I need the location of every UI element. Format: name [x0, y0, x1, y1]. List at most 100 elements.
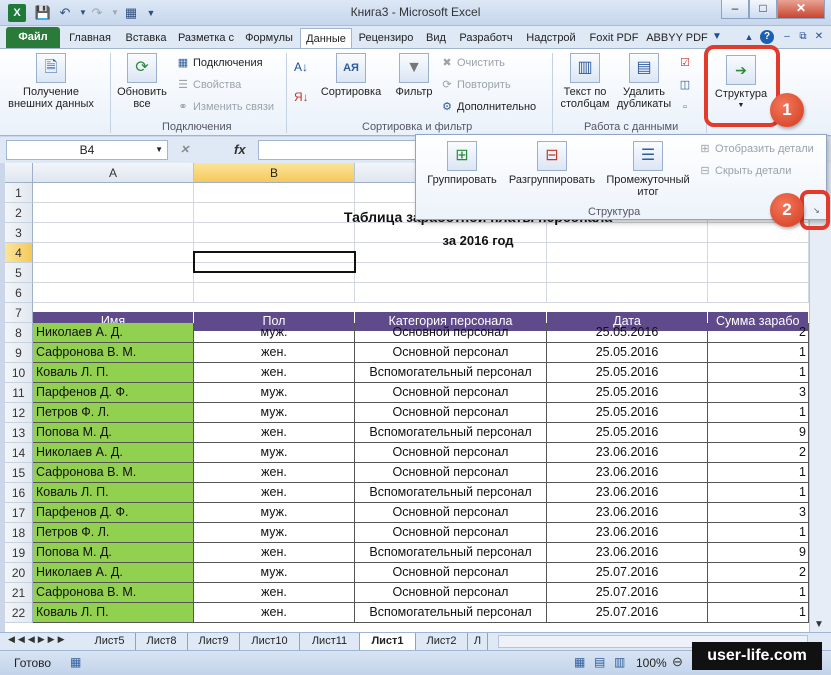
table-cell[interactable]: 1 [708, 483, 809, 503]
empty-cell[interactable] [194, 183, 355, 203]
name-box-dropdown-icon[interactable]: ▼ [155, 141, 163, 159]
table-cell[interactable]: Коваль Л. П. [33, 363, 194, 383]
table-cell[interactable]: 25.07.2016 [547, 583, 708, 603]
table-cell[interactable]: 25.05.2016 [547, 363, 708, 383]
table-cell[interactable]: Сафронова В. М. [33, 463, 194, 483]
table-cell[interactable]: Основной персонал [355, 403, 547, 423]
filter-button[interactable]: ▼ Фильтр [392, 53, 436, 98]
table-cell[interactable]: Вспомогательный персонал [355, 543, 547, 563]
workbook-close-icon[interactable]: ✕ [812, 30, 826, 44]
table-cell[interactable]: 23.06.2016 [547, 543, 708, 563]
table-cell[interactable]: Основной персонал [355, 343, 547, 363]
table-cell[interactable]: Основной персонал [355, 463, 547, 483]
table-cell[interactable]: жен. [194, 343, 355, 363]
row-header-11[interactable]: 11 [5, 383, 33, 403]
table-cell[interactable]: жен. [194, 423, 355, 443]
sheet-tab[interactable]: Лист11 [300, 633, 360, 650]
table-cell[interactable]: 1 [708, 523, 809, 543]
table-cell[interactable]: 9 [708, 543, 809, 563]
row-header-17[interactable]: 17 [5, 503, 33, 523]
workbook-restore-icon[interactable]: ⧉ [796, 30, 810, 44]
table-cell[interactable]: Сафронова В. М. [33, 343, 194, 363]
column-header-b[interactable]: B [194, 163, 355, 183]
table-cell[interactable]: 25.05.2016 [547, 423, 708, 443]
tab-home[interactable]: Главная [62, 28, 118, 48]
row-header-3[interactable]: 3 [5, 223, 33, 243]
sheet-tab[interactable]: Лист5 [84, 633, 136, 650]
row-header-12[interactable]: 12 [5, 403, 33, 423]
table-cell[interactable]: 2 [708, 443, 809, 463]
zoom-out-icon[interactable]: ⊖ [672, 654, 683, 670]
table-cell[interactable]: муж. [194, 443, 355, 463]
sort-az-button[interactable]: A↓ [294, 59, 308, 75]
connections-button[interactable]: ▦ Подключения [176, 55, 263, 71]
empty-cell[interactable] [33, 183, 194, 203]
table-cell[interactable]: 23.06.2016 [547, 523, 708, 543]
tab-addins[interactable]: Надстрой [520, 28, 582, 48]
tab-page-layout[interactable]: Разметка с [174, 28, 238, 48]
table-cell[interactable]: муж. [194, 403, 355, 423]
table-cell[interactable]: Основной персонал [355, 323, 547, 343]
name-box[interactable]: B4 ▼ [6, 140, 168, 160]
table-cell[interactable]: муж. [194, 323, 355, 343]
workbook-minimize-icon[interactable]: – [780, 30, 794, 44]
sort-button[interactable]: АЯ Сортировка [318, 53, 384, 98]
zoom-level[interactable]: 100% [636, 656, 667, 670]
row-header-9[interactable]: 9 [5, 343, 33, 363]
table-cell[interactable]: 3 [708, 383, 809, 403]
table-cell[interactable]: муж. [194, 383, 355, 403]
table-cell[interactable]: Николаев А. Д. [33, 563, 194, 583]
table-cell[interactable]: жен. [194, 463, 355, 483]
empty-cell[interactable] [194, 283, 355, 303]
empty-cell[interactable] [33, 263, 194, 283]
row-header-7[interactable]: 7 [5, 303, 33, 323]
get-external-data-button[interactable]: 🗎 Получение внешних данных [6, 53, 96, 110]
table-cell[interactable]: 1 [708, 343, 809, 363]
row-header-5[interactable]: 5 [5, 263, 33, 283]
text-to-columns-button[interactable]: ▥ Текст по столбцам [556, 53, 614, 110]
sheet-tab-active[interactable]: Лист1 [360, 633, 416, 650]
empty-cell[interactable] [547, 283, 708, 303]
empty-cell[interactable] [33, 243, 194, 263]
normal-view-icon[interactable]: ▦ [574, 655, 585, 669]
table-cell[interactable]: 23.06.2016 [547, 443, 708, 463]
formula-input[interactable] [258, 140, 418, 160]
tab-foxit-pdf[interactable]: Foxit PDF [584, 28, 644, 48]
table-cell[interactable]: Николаев А. Д. [33, 443, 194, 463]
tab-view[interactable]: Вид [420, 28, 452, 48]
tab-developer[interactable]: Разработч [454, 28, 518, 48]
tab-review[interactable]: Рецензиро [354, 28, 418, 48]
row-header-10[interactable]: 10 [5, 363, 33, 383]
minimize-ribbon-icon[interactable]: ▲ [742, 30, 756, 44]
hide-detail-button[interactable]: ⊟ Скрыть детали [698, 163, 791, 179]
table-cell[interactable]: муж. [194, 503, 355, 523]
table-cell[interactable]: 23.06.2016 [547, 463, 708, 483]
close-button[interactable]: ✕ [777, 0, 825, 19]
empty-cell[interactable] [708, 263, 809, 283]
empty-cell[interactable] [708, 283, 809, 303]
empty-cell[interactable] [355, 263, 547, 283]
table-cell[interactable]: Парфенов Д. Ф. [33, 503, 194, 523]
table-cell[interactable]: 2 [708, 563, 809, 583]
tab-insert[interactable]: Вставка [120, 28, 172, 48]
table-cell[interactable]: Основной персонал [355, 443, 547, 463]
empty-cell[interactable] [33, 283, 194, 303]
table-cell[interactable]: Петров Ф. Л. [33, 403, 194, 423]
empty-cell[interactable] [33, 203, 194, 223]
table-cell[interactable]: жен. [194, 363, 355, 383]
row-header-21[interactable]: 21 [5, 583, 33, 603]
table-cell[interactable]: 3 [708, 503, 809, 523]
consolidate-button[interactable]: ◫ [678, 77, 695, 93]
show-detail-button[interactable]: ⊞ Отобразить детали [698, 141, 813, 157]
table-cell[interactable]: Основной персонал [355, 383, 547, 403]
table-cell[interactable]: Основной персонал [355, 523, 547, 543]
row-header-13[interactable]: 13 [5, 423, 33, 443]
table-cell[interactable]: Вспомогательный персонал [355, 603, 547, 623]
column-header-a[interactable]: A [33, 163, 194, 183]
sheet-tab[interactable]: Лист8 [136, 633, 188, 650]
table-cell[interactable]: 2 [708, 323, 809, 343]
row-header-4[interactable]: 4 [5, 243, 33, 263]
row-header-22[interactable]: 22 [5, 603, 33, 623]
minimize-button[interactable]: – [721, 0, 749, 19]
table-cell[interactable]: 25.05.2016 [547, 403, 708, 423]
